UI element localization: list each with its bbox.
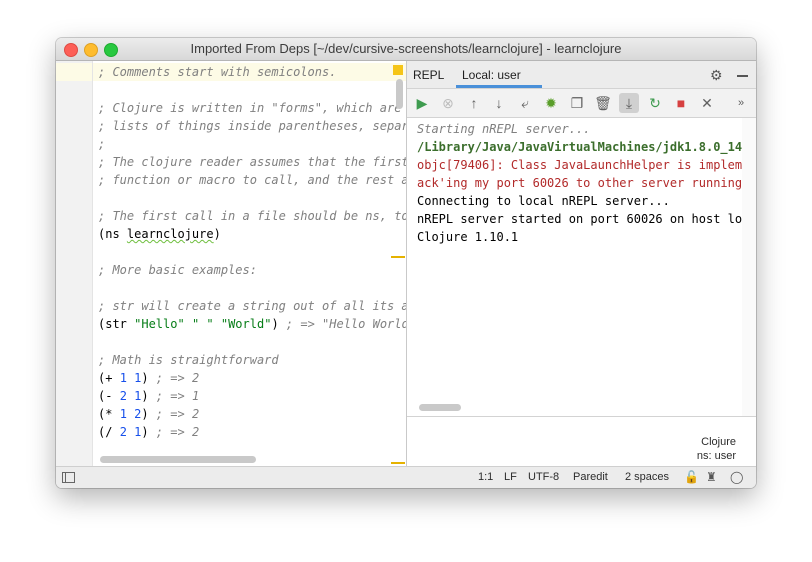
code-line: ; Comments start with semicolons. — [98, 65, 337, 79]
code-token: (/ — [98, 425, 120, 439]
code-token: ) — [213, 227, 221, 241]
repl-tab-bar: REPL Local: user ⚙ — [407, 61, 756, 89]
number-literal: 1 — [119, 407, 127, 421]
window-title: Imported From Deps [~/dev/cursive-screen… — [190, 41, 622, 56]
reload-icon[interactable]: ↻ — [645, 93, 665, 113]
code-comment: ; => 2 — [155, 425, 200, 439]
code-comment: ; => 2 — [155, 407, 200, 421]
active-tab-indicator — [456, 85, 542, 88]
copy-icon[interactable]: ❐ — [567, 93, 587, 113]
code-line: (- 2 1) ; => 1 — [98, 389, 200, 403]
output-line: Clojure 1.10.1 — [417, 230, 519, 244]
soft-wrap-icon[interactable]: ⤶ — [515, 93, 535, 113]
editor-horizontal-scrollbar[interactable] — [100, 456, 256, 463]
repl-namespace-label: ns: user — [696, 450, 736, 462]
code-line: ; The first call in a file should be ns,… — [98, 209, 406, 223]
code-area[interactable]: ; Comments start with semicolons. ; Cloj… — [93, 61, 406, 466]
debug-icon[interactable]: ✹ — [541, 93, 561, 113]
code-comment: ; => "Hello World" — [278, 317, 406, 331]
output-line: nREPL server started on port 60026 on ho… — [417, 212, 742, 226]
structural-editing-mode[interactable]: Paredit — [573, 471, 608, 483]
code-line: (str "Hello" " " "World") ; => "Hello Wo… — [98, 315, 406, 333]
tool-windows-toggle-icon[interactable] — [62, 472, 75, 483]
number-literal: 1 — [119, 371, 127, 385]
code-line: ; lists of things inside parentheses, se… — [98, 119, 406, 133]
editor-gutter[interactable] — [56, 61, 93, 466]
status-bar: 1:1 LF UTF-8 Paredit 2 spaces 🔓 ♜ ◯ — [56, 466, 756, 488]
clear-icon[interactable]: 🗑 — [593, 93, 613, 113]
play-icon[interactable]: ▶ — [412, 93, 432, 113]
tab-local-user[interactable]: Local: user — [456, 61, 542, 88]
code-line: ; Math is straightforward — [98, 353, 279, 367]
repl-toolbar: ▶ ⊗ ↑ ↓ ⤶ ✹ ❐ 🗑 ⤓ ↻ ■ ✕ » — [407, 89, 756, 118]
code-editor[interactable]: ; Comments start with semicolons. ; Cloj… — [56, 61, 406, 466]
repl-output[interactable]: Starting nREPL server... /Library/Java/J… — [407, 118, 742, 416]
tab-label: Local: user — [462, 68, 521, 82]
lock-icon[interactable]: 🔓 — [684, 470, 699, 484]
editor-vertical-scrollbar[interactable] — [396, 79, 403, 109]
warning-stripe-marker[interactable] — [391, 462, 405, 464]
history-down-icon[interactable]: ↓ — [489, 93, 509, 113]
indent-setting[interactable]: 2 spaces — [625, 471, 669, 483]
namespace-symbol[interactable]: learnclojure — [127, 227, 214, 241]
output-line: ack'ing my port 60026 to other server ru… — [417, 176, 742, 190]
history-up-icon[interactable]: ↑ — [464, 93, 484, 113]
caret-position[interactable]: 1:1 — [478, 471, 493, 483]
code-token: ) — [271, 317, 279, 331]
output-line: objc[79406]: Class JavaLaunchHelper is i… — [417, 158, 742, 172]
tool-window-title: REPL — [413, 68, 445, 82]
number-literal: 2 — [119, 389, 127, 403]
output-horizontal-scrollbar[interactable] — [419, 404, 461, 411]
scroll-to-end-icon[interactable]: ⤓ — [619, 93, 639, 113]
number-literal: 2 — [119, 425, 127, 439]
code-token: (+ — [98, 371, 120, 385]
line-separator[interactable]: LF — [504, 471, 517, 483]
file-encoding[interactable]: UTF-8 — [528, 471, 559, 483]
code-line: ; More basic examples: — [98, 263, 257, 277]
code-line: ; The clojure reader assumes that the fi… — [98, 155, 406, 169]
string-literal: " " — [191, 317, 214, 331]
code-line: ; Clojure is written in "forms", which a… — [98, 101, 406, 115]
code-token: (- — [98, 389, 120, 403]
inspection-status-icon[interactable] — [393, 65, 403, 75]
code-token: (str — [98, 317, 135, 331]
code-line: (+ 1 1) ; => 2 — [98, 371, 200, 385]
output-line: Connecting to local nREPL server... — [417, 194, 670, 208]
close-icon[interactable]: ✕ — [697, 93, 717, 113]
code-line: (/ 2 1) ; => 2 — [98, 425, 200, 439]
gutter-current-line — [56, 63, 92, 81]
output-vertical-scrollbar[interactable] — [742, 118, 756, 416]
code-comment: ; => 2 — [155, 371, 200, 385]
repl-tool-window: REPL Local: user ⚙ ▶ ⊗ ↑ ↓ ⤶ ✹ ❐ 🗑 ⤓ ↻ ■… — [407, 61, 756, 466]
string-literal: "Hello" — [134, 317, 185, 331]
string-literal: "World" — [220, 317, 272, 331]
code-comment: ; => 1 — [155, 389, 200, 403]
code-line: ; str will create a string out of all it… — [98, 299, 406, 313]
code-line: (* 1 2) ; => 2 — [98, 407, 200, 421]
code-token: (* — [98, 407, 120, 421]
more-icon[interactable]: » — [731, 93, 751, 113]
warning-stripe-marker[interactable] — [391, 256, 405, 258]
code-token: (ns — [98, 227, 127, 241]
event-log-icon[interactable]: ◯ — [730, 470, 743, 484]
hide-panel-icon[interactable] — [737, 75, 748, 77]
output-line: Starting nREPL server... — [417, 122, 591, 136]
ide-window: Imported From Deps [~/dev/cursive-screen… — [56, 38, 756, 488]
stop-icon[interactable]: ■ — [671, 93, 691, 113]
code-line: ; function or macro to call, and the res… — [98, 173, 406, 187]
title-bar: Imported From Deps [~/dev/cursive-screen… — [56, 38, 756, 61]
code-line: ; — [98, 137, 106, 151]
code-line: (ns learnclojure) — [98, 225, 221, 243]
interrupt-icon[interactable]: ⊗ — [438, 93, 458, 113]
gear-icon[interactable]: ⚙ — [710, 67, 723, 84]
inspector-icon[interactable]: ♜ — [706, 470, 717, 484]
output-line: /Library/Java/JavaVirtualMachines/jdk1.8… — [417, 140, 742, 154]
repl-language-label: Clojure — [701, 436, 736, 448]
